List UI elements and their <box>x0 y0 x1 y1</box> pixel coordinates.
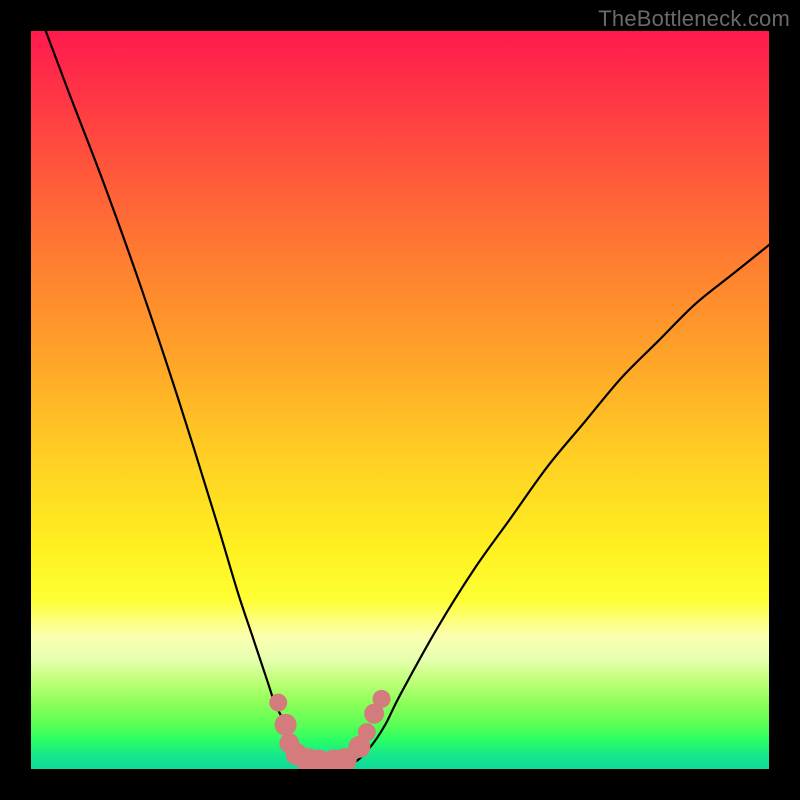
marker-dot <box>373 690 391 708</box>
marker-dot <box>322 750 346 769</box>
marker-dot <box>348 736 370 758</box>
marker-dot <box>279 733 299 753</box>
marker-dot <box>296 748 320 769</box>
marker-dot <box>275 714 297 736</box>
curve-line <box>46 31 769 766</box>
marker-dot <box>364 704 384 724</box>
marker-dot <box>307 750 331 769</box>
watermark-text: TheBottleneck.com <box>598 6 790 32</box>
bottleneck-curve <box>46 31 769 766</box>
chart-frame: TheBottleneck.com <box>0 0 800 800</box>
plot-area <box>31 31 769 769</box>
marker-dot <box>358 723 376 741</box>
chart-svg <box>31 31 769 769</box>
marker-dot <box>286 743 308 765</box>
marker-dot <box>333 748 357 769</box>
marker-dot <box>269 694 287 712</box>
highlight-markers <box>269 690 390 769</box>
